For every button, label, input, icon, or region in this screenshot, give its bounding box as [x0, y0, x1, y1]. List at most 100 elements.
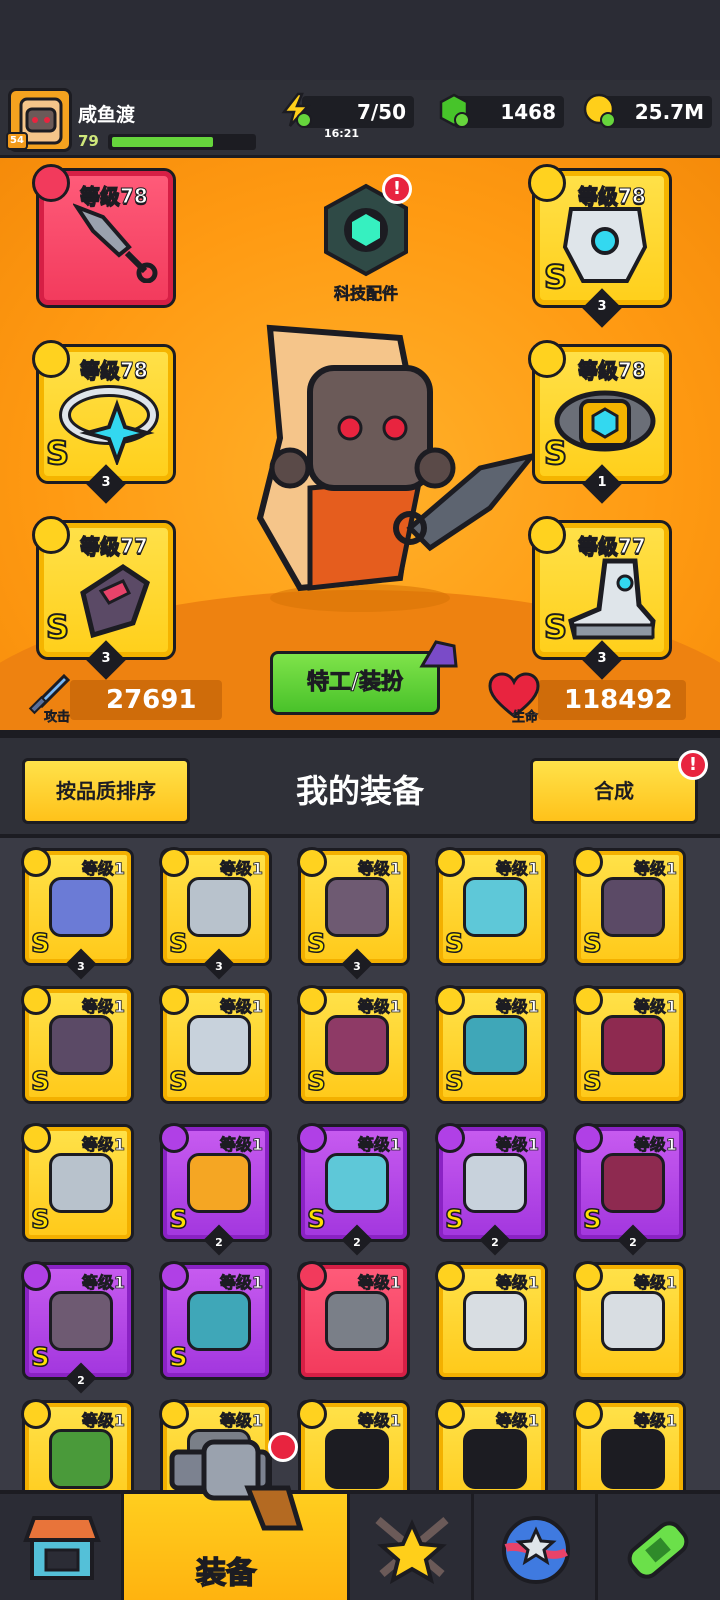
necklace-icon	[297, 985, 327, 1015]
coin-counter[interactable]: 25.7M	[602, 96, 712, 128]
armor-slot-stars: 3	[597, 299, 607, 314]
inventory-item[interactable]: 等级1 S	[435, 985, 548, 1104]
item-art	[463, 1429, 527, 1489]
item-art	[601, 1153, 665, 1213]
inventory-item[interactable]: 等级1	[573, 1261, 686, 1380]
item-stars: 3	[215, 960, 223, 973]
item-art	[187, 1291, 251, 1351]
belt-icon	[435, 985, 465, 1015]
inventory-item[interactable]: 等级1 S	[573, 985, 686, 1104]
kunai-icon	[73, 203, 158, 283]
item-level: 等级1	[357, 1411, 401, 1431]
boot-slot-stars: 3	[597, 651, 607, 666]
inventory-item[interactable]: 等级1 S 2	[573, 1123, 686, 1256]
glove-item-icon	[80, 564, 151, 639]
item-art	[187, 1015, 251, 1075]
glove-slot-stars: 3	[101, 651, 111, 666]
item-level: 等级1	[633, 1135, 677, 1155]
necklace-item-icon	[59, 385, 159, 465]
inventory-item[interactable]: 等级1 S	[159, 1261, 272, 1380]
energy-counter[interactable]: 7/50	[302, 96, 414, 128]
inventory-item[interactable]: 等级1 S	[435, 847, 548, 966]
belt-slot-grade: S	[543, 433, 568, 473]
necklace-icon	[159, 985, 189, 1015]
item-stars: 2	[629, 1236, 637, 1249]
glove-slot-level: 等级77	[80, 534, 149, 559]
item-grade: S	[30, 928, 50, 960]
necklace-icon	[435, 1399, 465, 1429]
item-art	[49, 1429, 113, 1489]
item-grade: S	[168, 1066, 188, 1098]
orb-icon	[502, 1516, 570, 1584]
xp-bar-fill	[112, 137, 213, 147]
merge-button[interactable]: 合成	[530, 758, 698, 824]
sort-by-quality-button[interactable]: 按品质排序	[22, 758, 190, 824]
necklace-icon	[297, 1399, 327, 1429]
inventory-item[interactable]: 等级1 S	[297, 985, 410, 1104]
item-grade: S	[30, 1204, 50, 1236]
coin-icon[interactable]	[582, 92, 618, 128]
item-grade: S	[582, 1204, 602, 1236]
item-level: 等级1	[495, 1411, 539, 1431]
weapon-icon	[435, 1261, 465, 1291]
belt-type-icon	[528, 340, 566, 378]
item-grade: S	[168, 1342, 188, 1374]
armor-icon	[159, 1399, 189, 1429]
inventory-item[interactable]: 等级1 S 3	[21, 847, 134, 980]
inventory-item[interactable]: 等级1 S 2	[435, 1123, 548, 1256]
inventory-item[interactable]: 等级1 S 3	[297, 847, 410, 980]
inventory-item[interactable]: 等级1 S	[21, 1123, 134, 1242]
item-art	[325, 1015, 389, 1075]
inventory-item[interactable]: 等级1 S	[21, 985, 134, 1104]
item-stars: 3	[353, 960, 361, 973]
item-grade: S	[444, 928, 464, 960]
inventory-item[interactable]: 等级1 S	[573, 847, 686, 966]
item-level: 等级1	[219, 859, 263, 879]
nav-tab-talent[interactable]	[350, 1494, 474, 1600]
item-level: 等级1	[633, 997, 677, 1017]
nav-tab-shop[interactable]	[0, 1494, 124, 1600]
item-level: 等级1	[219, 1273, 263, 1293]
item-grade: S	[306, 1066, 326, 1098]
hp-value: 118492	[538, 680, 686, 720]
item-grade: S	[168, 1204, 188, 1236]
weapon-slot-level: 等级78	[80, 184, 149, 209]
attack-value: 27691	[70, 680, 222, 720]
item-art	[601, 1015, 665, 1075]
inventory-item[interactable]: 等级1 S 3	[159, 847, 272, 980]
weapon-type-icon	[32, 164, 70, 202]
item-level: 等级1	[357, 1135, 401, 1155]
nav-tab-evolution[interactable]	[598, 1494, 720, 1600]
armor-icon	[435, 847, 465, 877]
player-name: 咸鱼渡	[78, 104, 136, 126]
glove-type-icon	[32, 516, 70, 554]
inventory-item[interactable]: 等级1 S	[159, 985, 272, 1104]
item-grade: S	[168, 928, 188, 960]
boot-icon	[297, 847, 327, 877]
gem-icon[interactable]	[436, 92, 472, 128]
belt-slot-level: 等级78	[578, 358, 647, 383]
item-art	[325, 1153, 389, 1213]
item-grade: S	[582, 928, 602, 960]
glove-icon	[21, 1123, 51, 1153]
item-level: 等级1	[81, 997, 125, 1017]
inventory-item[interactable]: 等级1 S 2	[21, 1261, 134, 1394]
nav-tab-pets[interactable]	[474, 1494, 598, 1600]
item-art	[463, 1015, 527, 1075]
outfit-hat-icon	[419, 640, 458, 668]
item-art	[325, 1429, 389, 1489]
armor-icon	[21, 985, 51, 1015]
item-art	[49, 1015, 113, 1075]
item-grade: S	[444, 1066, 464, 1098]
agent-outfit-button[interactable]: 特工/装扮	[270, 651, 440, 715]
tech-alert-badge: !	[382, 174, 412, 204]
item-level: 等级1	[219, 1135, 263, 1155]
inventory-item[interactable]: 等级1	[435, 1261, 548, 1380]
hero-character[interactable]	[250, 318, 550, 618]
item-level: 等级1	[633, 1411, 677, 1431]
inventory-item[interactable]: 等级1 S 2	[297, 1123, 410, 1256]
inventory-item[interactable]: 等级1 S 2	[159, 1123, 272, 1256]
energy-icon[interactable]	[278, 92, 314, 128]
hp-label: 生命	[512, 710, 539, 726]
inventory-item[interactable]: 等级1	[297, 1261, 410, 1380]
